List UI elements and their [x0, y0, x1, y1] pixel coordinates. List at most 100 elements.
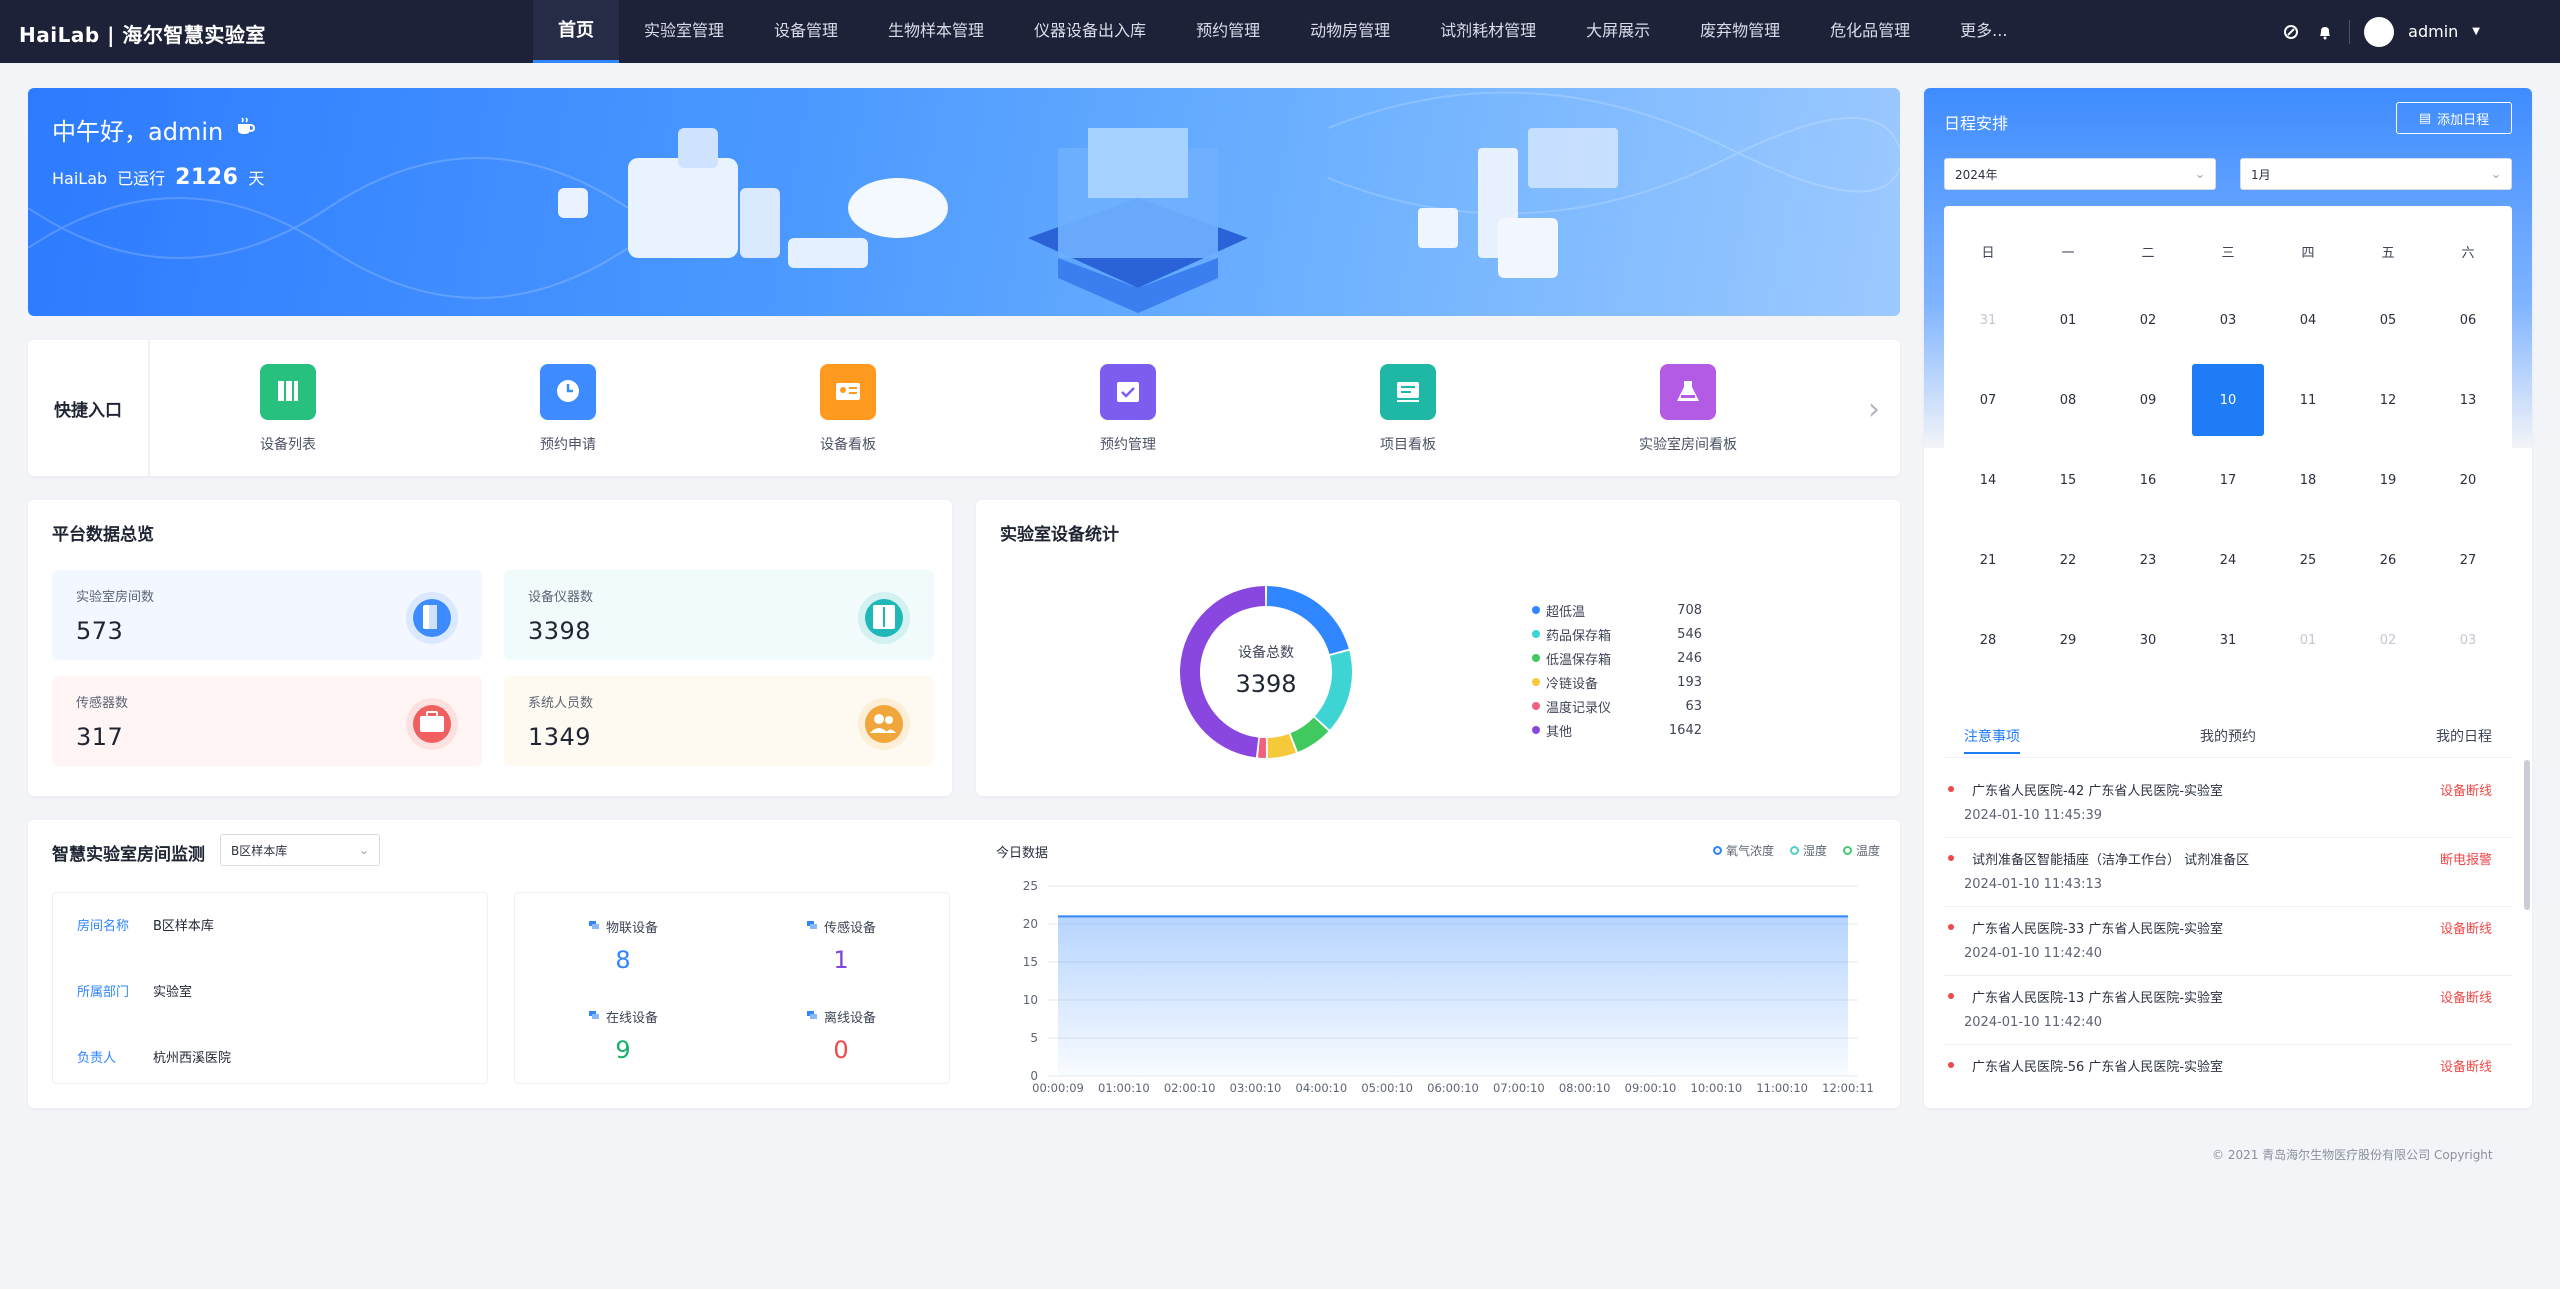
- schedule-tab[interactable]: 注意事项: [1964, 726, 2020, 754]
- calendar-day[interactable]: 25: [2272, 524, 2344, 596]
- legend-item[interactable]: 超低温 708: [1532, 598, 1702, 622]
- calendar-day[interactable]: 24: [2192, 524, 2264, 596]
- room-info-value: B区样本库: [153, 919, 214, 934]
- calendar-day[interactable]: 22: [2032, 524, 2104, 596]
- schedule-tab[interactable]: 我的日程: [2436, 726, 2492, 746]
- chat-icon: [588, 1009, 600, 1025]
- quick-entry-item[interactable]: 预约申请: [468, 364, 668, 454]
- calendar-day[interactable]: 16: [2112, 444, 2184, 516]
- calendar-day[interactable]: 23: [2112, 524, 2184, 596]
- calendar-day[interactable]: 28: [1952, 604, 2024, 676]
- chart-legend-item[interactable]: 氧气浓度: [1712, 842, 1774, 859]
- nav-item[interactable]: 设备管理: [749, 0, 863, 63]
- calendar-day[interactable]: 01: [2272, 604, 2344, 676]
- room-info-key: 所属部门: [77, 985, 130, 1000]
- calendar-day[interactable]: 27: [2432, 524, 2504, 596]
- calendar-day[interactable]: 04: [2272, 284, 2344, 356]
- calendar-day[interactable]: 14: [1952, 444, 2024, 516]
- room-select[interactable]: B区样本库 ⌄: [220, 834, 380, 866]
- nav-item[interactable]: 试剂耗材管理: [1415, 0, 1561, 63]
- quick-entry-item[interactable]: 项目看板: [1308, 364, 1508, 454]
- calendar-day[interactable]: 08: [2032, 364, 2104, 436]
- calendar-day[interactable]: 30: [2112, 604, 2184, 676]
- donut-slice[interactable]: [1257, 737, 1266, 758]
- chevron-right-icon[interactable]: ›: [1868, 392, 1880, 427]
- brand-logo[interactable]: HaiLab | 海尔智慧实验室: [19, 19, 266, 48]
- platform-overview-card: 平台数据总览 实验室房间数 573 设备仪器数 3398 传感器数 317 系统人员数 134…: [28, 500, 952, 796]
- calendar-day[interactable]: 11: [2272, 364, 2344, 436]
- calendar-day[interactable]: 21: [1952, 524, 2024, 596]
- calendar-day[interactable]: 07: [1952, 364, 2024, 436]
- legend-label: 其他: [1546, 724, 1573, 740]
- quick-entry-label: 预约申请: [540, 437, 596, 453]
- stat-card: 实验室房间数 573: [52, 570, 482, 660]
- nav-item[interactable]: 废弃物管理: [1675, 0, 1805, 63]
- calendar-day[interactable]: 20: [2432, 444, 2504, 516]
- users-icon: [858, 698, 910, 750]
- notice-item[interactable]: 广东省人民医院-33 广东省人民医院-实验室 2024-01-10 11:42:4…: [1944, 906, 2512, 976]
- nav-item[interactable]: 仪器设备出入库: [1009, 0, 1171, 63]
- calendar-day[interactable]: 03: [2432, 604, 2504, 676]
- calendar-day[interactable]: 01: [2032, 284, 2104, 356]
- legend-item[interactable]: 冷链设备 193: [1532, 670, 1702, 694]
- user-name[interactable]: admin: [2408, 22, 2458, 41]
- notice-scrollbar[interactable]: [2524, 760, 2530, 910]
- year-select[interactable]: 2024年 ⌄: [1944, 158, 2216, 190]
- calendar-day[interactable]: 02: [2112, 284, 2184, 356]
- nav-item[interactable]: 动物房管理: [1285, 0, 1415, 63]
- legend-item[interactable]: 温度记录仪 63: [1532, 694, 1702, 718]
- server-illustration: [1418, 128, 1618, 278]
- calendar-day[interactable]: 29: [2032, 604, 2104, 676]
- calendar-day-today[interactable]: 10: [2192, 364, 2264, 436]
- calendar-day[interactable]: 06: [2432, 284, 2504, 356]
- notice-item[interactable]: 试剂准备区智能插座（洁净工作台） 试剂准备区 2024-01-10 11:43:1…: [1944, 837, 2512, 907]
- link-icon[interactable]: [2281, 22, 2301, 42]
- legend-value: 193: [1677, 674, 1702, 690]
- nav-item[interactable]: 实验室管理: [619, 0, 749, 63]
- chart-legend-item[interactable]: 湿度: [1789, 842, 1827, 859]
- legend-item[interactable]: 低温保存箱 246: [1532, 646, 1702, 670]
- chart-legend-item[interactable]: 温度: [1842, 842, 1880, 859]
- calendar-day[interactable]: 31: [2192, 604, 2264, 676]
- calendar-day[interactable]: 05: [2352, 284, 2424, 356]
- calendar-day[interactable]: 18: [2272, 444, 2344, 516]
- nav-item[interactable]: 大屏展示: [1561, 0, 1675, 63]
- notice-item[interactable]: 广东省人民医院-13 广东省人民医院-实验室 2024-01-10 11:42:4…: [1944, 975, 2512, 1045]
- x-tick-label: 01:00:10: [1098, 1081, 1150, 1095]
- stat-label: 实验室房间数: [76, 590, 155, 605]
- avatar[interactable]: [2364, 16, 2395, 47]
- bell-icon[interactable]: [2315, 22, 2335, 42]
- calendar-day[interactable]: 31: [1952, 284, 2024, 356]
- nav-item[interactable]: 预约管理: [1171, 0, 1285, 63]
- month-select[interactable]: 1月 ⌄: [2240, 158, 2512, 190]
- notice-item[interactable]: 广东省人民医院-56 广东省人民医院-实验室 设备断线: [1944, 1044, 2512, 1084]
- add-schedule-button[interactable]: ▤ 添加日程: [2396, 102, 2512, 134]
- legend-value: 708: [1677, 602, 1702, 618]
- donut-slice[interactable]: [1267, 733, 1296, 758]
- calendar-day[interactable]: 03: [2192, 284, 2264, 356]
- quick-entry-item[interactable]: 预约管理: [1028, 364, 1228, 454]
- calendar-day[interactable]: 12: [2352, 364, 2424, 436]
- nav-item[interactable]: 更多...: [1935, 0, 2032, 63]
- notice-status: 断电报警: [2439, 853, 2492, 868]
- quick-entry-label: 设备看板: [820, 437, 876, 453]
- legend-item[interactable]: 其他 1642: [1532, 718, 1702, 742]
- calendar-day[interactable]: 26: [2352, 524, 2424, 596]
- chevron-down-icon[interactable]: ▼: [2472, 26, 2480, 37]
- nav-item[interactable]: 首页: [533, 0, 619, 63]
- calendar-day[interactable]: 17: [2192, 444, 2264, 516]
- nav-item[interactable]: 危化品管理: [1805, 0, 1935, 63]
- calendar-day[interactable]: 13: [2432, 364, 2504, 436]
- quick-entry-item[interactable]: 实验室房间看板: [1588, 364, 1788, 454]
- nav-item[interactable]: 生物样本管理: [863, 0, 1009, 63]
- notice-item[interactable]: 广东省人民医院-42 广东省人民医院-实验室 2024-01-10 11:45:3…: [1944, 768, 2512, 838]
- quick-entry-item[interactable]: 设备看板: [748, 364, 948, 454]
- calendar-day[interactable]: 19: [2352, 444, 2424, 516]
- calendar-day[interactable]: 09: [2112, 364, 2184, 436]
- legend-item[interactable]: 药品保存箱 546: [1532, 622, 1702, 646]
- device-count: 物联设备 8: [523, 917, 723, 974]
- calendar-day[interactable]: 02: [2352, 604, 2424, 676]
- schedule-tab[interactable]: 我的预约: [2200, 726, 2256, 746]
- calendar-day[interactable]: 15: [2032, 444, 2104, 516]
- quick-entry-item[interactable]: 设备列表: [188, 364, 388, 454]
